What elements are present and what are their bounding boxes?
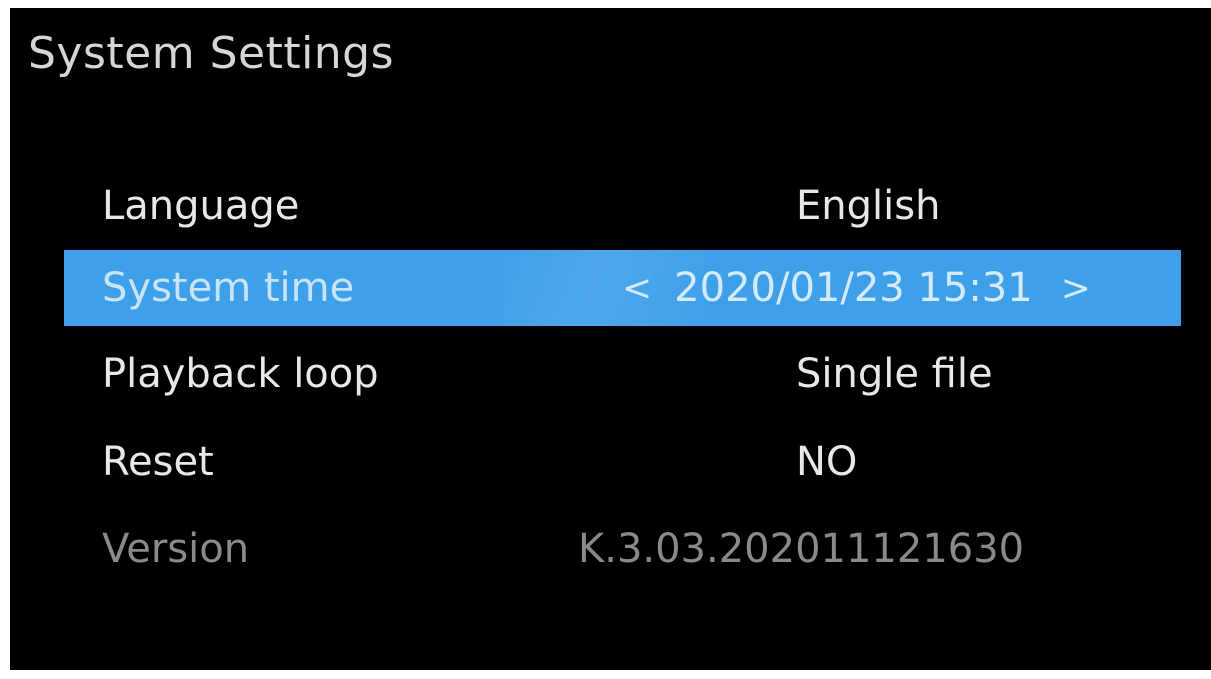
page-title: System Settings — [28, 28, 395, 79]
setting-row-version: Version K.3.03.202011121630 — [64, 511, 1181, 587]
chevron-left-icon[interactable]: < — [600, 268, 674, 309]
setting-label-version: Version — [102, 526, 250, 572]
setting-label-language: Language — [102, 183, 300, 229]
setting-value-system-time: 2020/01/23 15:31 — [674, 265, 1033, 311]
system-time-selector[interactable]: < 2020/01/23 15:31 > — [600, 265, 1113, 311]
setting-row-system-time[interactable]: System time < 2020/01/23 15:31 > — [64, 250, 1181, 326]
setting-value-language: English — [796, 183, 941, 229]
setting-label-playback-loop: Playback loop — [102, 351, 379, 397]
setting-value-playback-loop: Single file — [796, 351, 993, 397]
setting-label-system-time: System time — [102, 265, 355, 311]
settings-screen: System Settings Language English System … — [10, 8, 1211, 670]
chevron-right-icon[interactable]: > — [1033, 268, 1113, 309]
setting-row-playback-loop[interactable]: Playback loop Single file — [64, 336, 1181, 412]
setting-value-reset: NO — [796, 439, 858, 485]
setting-row-reset[interactable]: Reset NO — [64, 424, 1181, 500]
setting-row-language[interactable]: Language English — [64, 168, 1181, 244]
setting-value-version: K.3.03.202011121630 — [578, 526, 1025, 572]
setting-label-reset: Reset — [102, 439, 214, 485]
